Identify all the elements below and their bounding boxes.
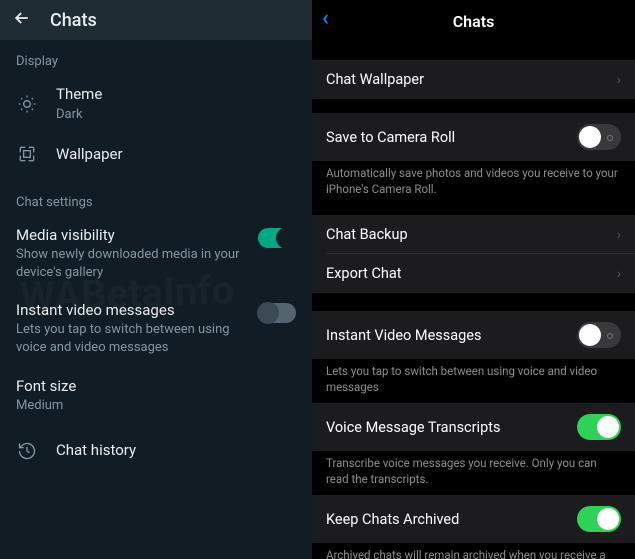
- voice-transcripts-note: Transcribe voice messages you receive. O…: [312, 451, 635, 495]
- keep-archived-label: Keep Chats Archived: [326, 511, 577, 528]
- right-body: Chat Wallpaper › Save to Camera Roll Aut…: [312, 42, 635, 559]
- chat-history-row[interactable]: Chat history: [0, 430, 312, 472]
- instant-video-row-right[interactable]: Instant Video Messages: [312, 311, 635, 359]
- save-camera-roll-row[interactable]: Save to Camera Roll: [312, 113, 635, 161]
- chat-wallpaper-row[interactable]: Chat Wallpaper ›: [312, 60, 635, 99]
- instant-video-title-left: Instant video messages: [16, 301, 248, 319]
- left-header: Chats: [0, 0, 312, 40]
- history-icon: [16, 440, 38, 462]
- chevron-right-icon: ›: [617, 72, 621, 88]
- back-arrow-icon[interactable]: [12, 8, 32, 33]
- media-visibility-desc: Show newly downloaded media in your devi…: [16, 246, 248, 281]
- android-chats-settings: Chats Display Theme Dark Wallpaper Chat …: [0, 0, 312, 559]
- ios-chats-settings: ‹ Chats Chat Wallpaper › Save to Camera …: [312, 0, 635, 559]
- back-chevron-icon[interactable]: ‹: [322, 8, 329, 30]
- left-header-title: Chats: [50, 10, 97, 31]
- font-size-value: Medium: [16, 397, 296, 415]
- chat-settings-section-label: Chat settings: [0, 181, 312, 216]
- font-size-title: Font size: [16, 377, 296, 395]
- media-visibility-title: Media visibility: [16, 226, 248, 244]
- theme-value: Dark: [56, 107, 296, 124]
- keep-archived-note: Archived chats will remain archived when…: [312, 543, 635, 559]
- chevron-right-icon: ›: [617, 227, 621, 243]
- theme-title: Theme: [56, 85, 296, 105]
- instant-video-desc-left: Lets you tap to switch between using voi…: [16, 321, 248, 356]
- save-camera-roll-switch[interactable]: [577, 124, 621, 150]
- save-camera-roll-label: Save to Camera Roll: [326, 129, 577, 146]
- chat-wallpaper-label: Chat Wallpaper: [326, 71, 609, 88]
- chat-backup-row[interactable]: Chat Backup ›: [312, 215, 635, 254]
- wallpaper-title: Wallpaper: [56, 145, 296, 165]
- right-header-title: Chats: [453, 12, 495, 31]
- right-header: ‹ Chats: [312, 0, 635, 42]
- voice-transcripts-row[interactable]: Voice Message Transcripts: [312, 403, 635, 451]
- display-section-label: Display: [0, 40, 312, 75]
- chat-backup-label: Chat Backup: [326, 226, 609, 243]
- keep-archived-switch[interactable]: [577, 506, 621, 532]
- export-chat-row[interactable]: Export Chat ›: [312, 254, 635, 293]
- keep-archived-row[interactable]: Keep Chats Archived: [312, 495, 635, 543]
- instant-video-switch-right[interactable]: [577, 322, 621, 348]
- media-visibility-switch[interactable]: [258, 228, 296, 248]
- instant-video-note-right: Lets you tap to switch between using voi…: [312, 359, 635, 403]
- voice-transcripts-switch[interactable]: [577, 414, 621, 440]
- instant-video-switch-left[interactable]: [258, 303, 296, 323]
- theme-row[interactable]: Theme Dark: [0, 75, 312, 133]
- wallpaper-row[interactable]: Wallpaper: [0, 133, 312, 175]
- font-size-row[interactable]: Font size Medium: [0, 367, 312, 425]
- theme-icon: [16, 93, 38, 115]
- voice-transcripts-label: Voice Message Transcripts: [326, 419, 577, 436]
- instant-video-label-right: Instant Video Messages: [326, 327, 577, 344]
- wallpaper-icon: [16, 143, 38, 165]
- export-chat-label: Export Chat: [326, 265, 609, 282]
- chevron-right-icon: ›: [617, 266, 621, 282]
- chat-history-title: Chat history: [56, 441, 296, 461]
- instant-video-row-left[interactable]: Instant video messages Lets you tap to s…: [0, 291, 312, 366]
- media-visibility-row[interactable]: Media visibility Show newly downloaded m…: [0, 216, 312, 291]
- save-camera-roll-note: Automatically save photos and videos you…: [312, 161, 635, 205]
